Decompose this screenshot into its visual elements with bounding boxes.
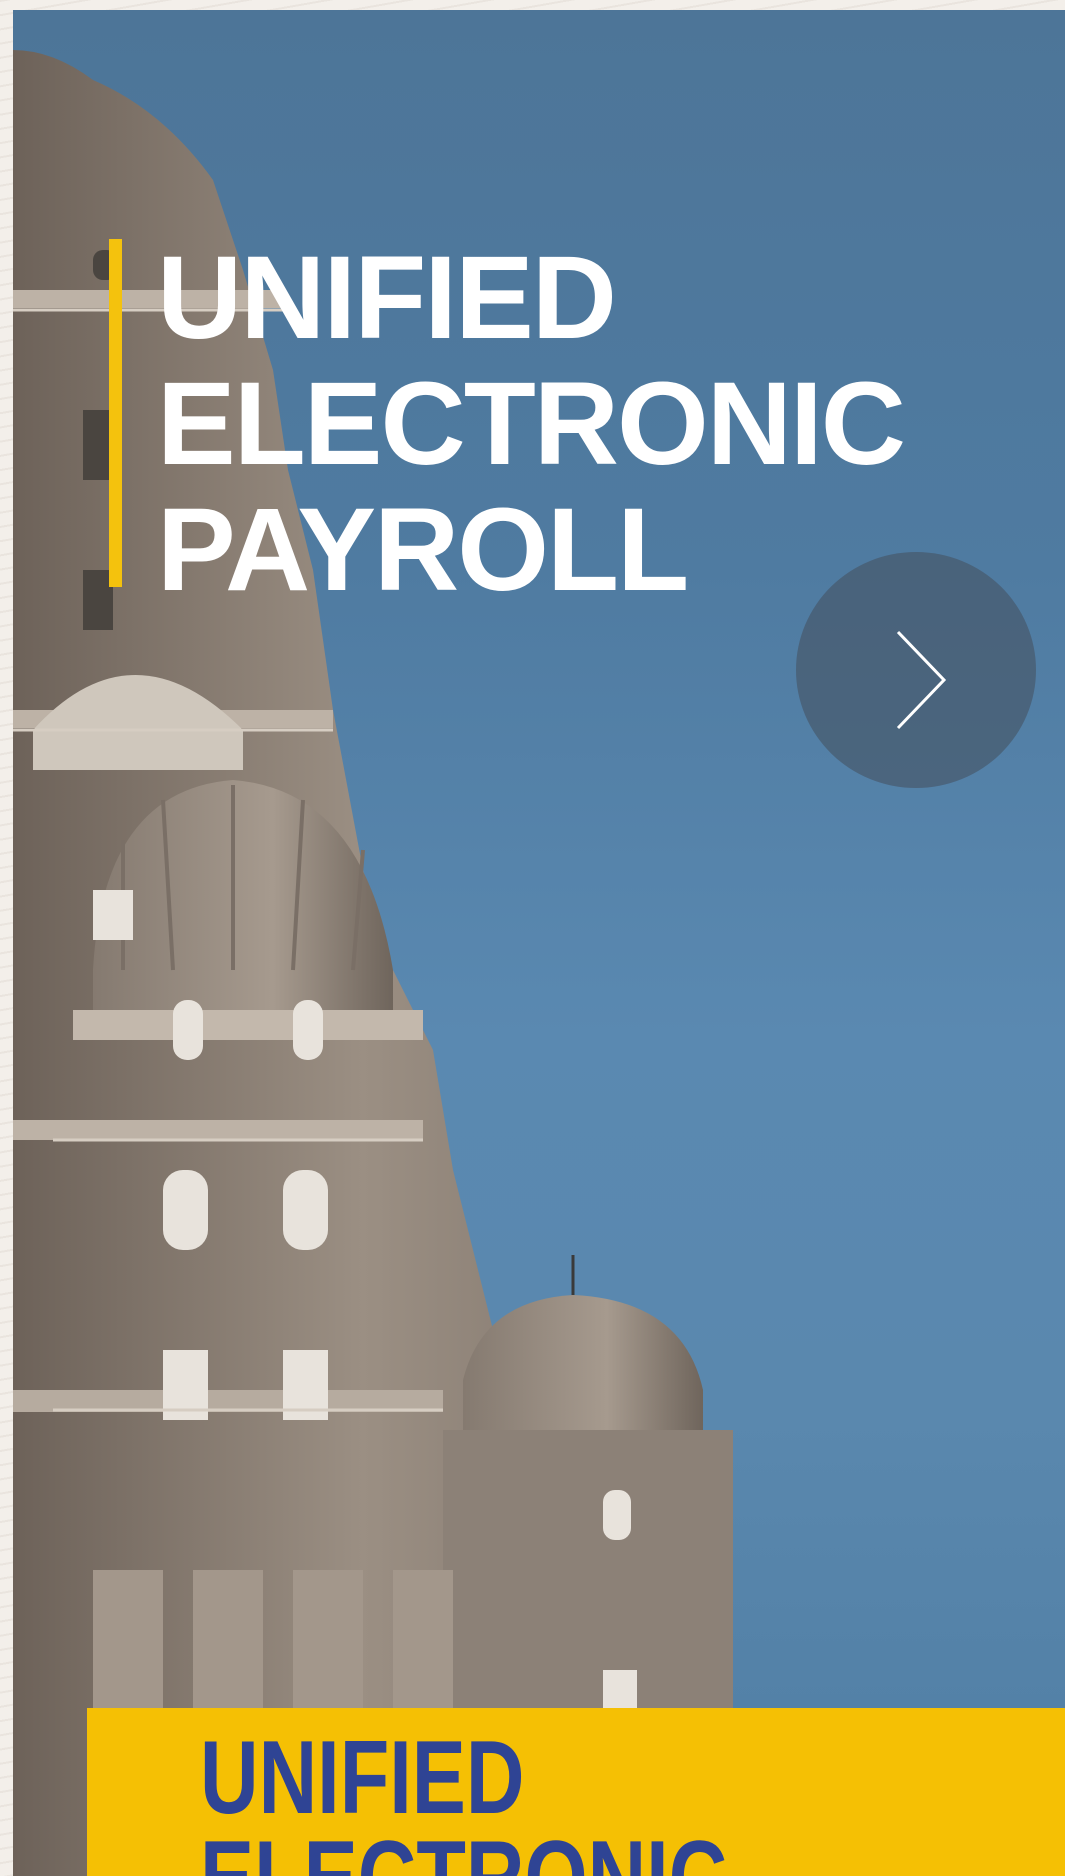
- info-panel: UNIFIED ELECTRONIC: [87, 1708, 1065, 1876]
- hero-title-line: PAYROLL: [157, 484, 689, 616]
- next-slide-button[interactable]: [796, 552, 1036, 788]
- panel-title: UNIFIED ELECTRONIC: [200, 1720, 727, 1876]
- panel-title-line: UNIFIED: [200, 1720, 525, 1836]
- hero-title-line: ELECTRONIC: [157, 358, 906, 490]
- title-accent-bar: [109, 239, 122, 587]
- hero-title: UNIFIED ELECTRONIC PAYROLL: [157, 232, 906, 616]
- hero-title-line: UNIFIED: [157, 232, 617, 364]
- panel-title-line: ELECTRONIC: [200, 1826, 727, 1876]
- chevron-right-icon: [896, 630, 947, 730]
- hero-banner: UNIFIED ELECTRONIC PAYROLL: [13, 10, 1065, 1876]
